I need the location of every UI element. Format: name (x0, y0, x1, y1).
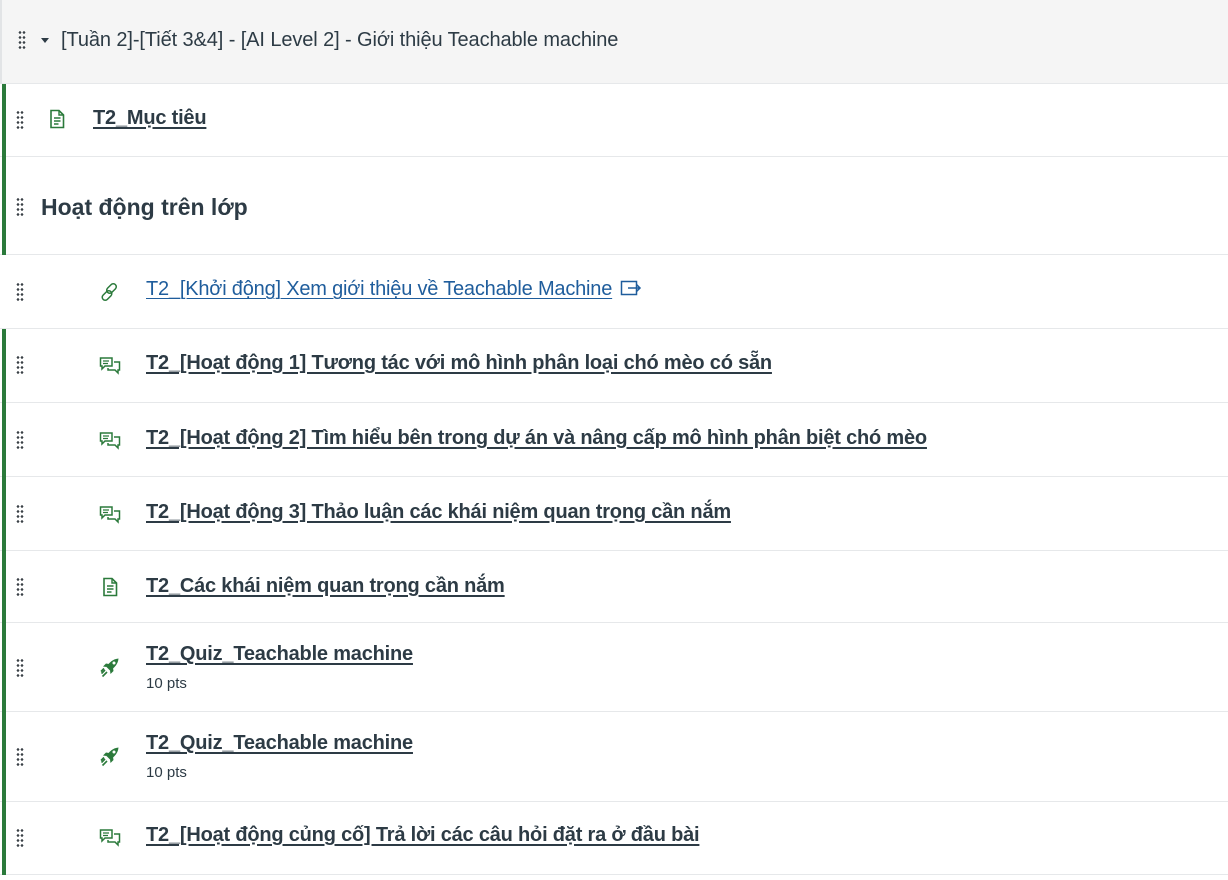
drag-handle-icon[interactable] (16, 282, 24, 301)
document-icon (46, 108, 68, 130)
module-item-row: T2_[Hoạt động 3] Thảo luận các khái niệm… (0, 477, 1228, 551)
discussion-icon (99, 826, 121, 848)
external-link-title[interactable]: T2_[Khởi động] Xem giới thiệu về Teachab… (146, 278, 642, 301)
module-item-row: T2_[Hoạt động 1] Tương tác với mô hình p… (0, 329, 1228, 403)
module-subheader-row: Hoạt động trên lớp (0, 157, 1228, 255)
discussion-icon (99, 503, 121, 525)
module-title[interactable]: [Tuần 2]-[Tiết 3&4] - [AI Level 2] - Giớ… (61, 29, 618, 52)
drag-handle-icon[interactable] (16, 747, 24, 766)
module-item-title[interactable]: T2_[Hoạt động 2] Tìm hiểu bên trong dự á… (146, 427, 927, 450)
module-item-title[interactable]: T2_Mục tiêu (93, 107, 207, 130)
module-item-title[interactable]: T2_Quiz_Teachable machine (146, 732, 413, 755)
module-item-row: T2_Quiz_Teachable machine 10 pts (0, 712, 1228, 802)
document-icon (99, 576, 121, 598)
quiz-rocket-icon (99, 656, 121, 678)
drag-handle-icon[interactable] (16, 197, 24, 216)
module-item-row: T2_Mục tiêu (0, 84, 1228, 157)
points-label: 10 pts (146, 764, 187, 781)
drag-handle-icon[interactable] (16, 658, 24, 677)
link-icon (99, 281, 121, 303)
drag-handle-icon[interactable] (16, 828, 24, 847)
drag-handle-icon[interactable] (16, 577, 24, 596)
subheader-title: Hoạt động trên lớp (41, 194, 248, 220)
module-item-title[interactable]: T2_Quiz_Teachable machine (146, 643, 413, 666)
module-item-row: T2_[Khởi động] Xem giới thiệu về Teachab… (0, 255, 1228, 329)
module-item-title[interactable]: T2_[Hoạt động củng cố] Trả lời các câu h… (146, 824, 700, 847)
points-label: 10 pts (146, 675, 187, 692)
module-items-list: T2_Mục tiêu Hoạt động trên lớp T2_[Khởi … (0, 84, 1228, 875)
discussion-icon (99, 354, 121, 376)
drag-handle-icon[interactable] (16, 110, 24, 129)
module-item-title[interactable]: T2_[Hoạt động 3] Thảo luận các khái niệm… (146, 501, 731, 524)
drag-handle-icon[interactable] (16, 355, 24, 374)
module-item-row: T2_[Hoạt động củng cố] Trả lời các câu h… (0, 802, 1228, 875)
module-item-row: T2_Quiz_Teachable machine 10 pts (0, 623, 1228, 712)
drag-handle-icon[interactable] (16, 504, 24, 523)
quiz-rocket-icon (99, 745, 121, 767)
external-link-text[interactable]: T2_[Khởi động] Xem giới thiệu về Teachab… (146, 278, 612, 300)
drag-handle-icon[interactable] (16, 430, 24, 449)
module-header: [Tuần 2]-[Tiết 3&4] - [AI Level 2] - Giớ… (0, 0, 1228, 84)
module-item-title[interactable]: T2_Các khái niệm quan trọng cần nắm (146, 575, 505, 598)
drag-handle-icon[interactable] (18, 30, 26, 49)
external-link-icon (620, 279, 642, 297)
discussion-icon (99, 429, 121, 451)
module-item-title[interactable]: T2_[Hoạt động 1] Tương tác với mô hình p… (146, 352, 772, 375)
module-item-row: T2_Các khái niệm quan trọng cần nắm (0, 551, 1228, 623)
module-item-row: T2_[Hoạt động 2] Tìm hiểu bên trong dự á… (0, 403, 1228, 477)
caret-down-icon[interactable] (39, 34, 51, 46)
